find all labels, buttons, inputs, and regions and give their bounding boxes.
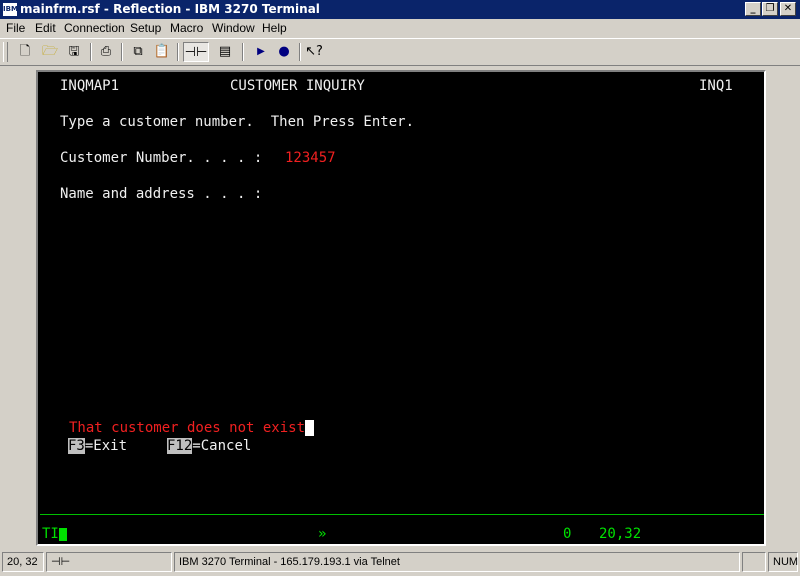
oia-cursor-position: 20,32: [599, 526, 642, 542]
f12-key: F12: [167, 438, 193, 454]
connection-icon: ⊣⊢: [51, 555, 71, 568]
menu-connection[interactable]: Connection: [64, 21, 125, 35]
close-button[interactable]: ✕: [780, 2, 796, 16]
close-icon: ✕: [783, 3, 793, 14]
oia-status: TI: [42, 526, 67, 542]
print-icon: ⎙: [100, 44, 112, 59]
play-macro-button[interactable]: ▶: [250, 42, 272, 62]
status-bar: 20, 32 ⊣⊢ IBM 3270 Terminal - 165.179.19…: [0, 550, 800, 576]
f3-label: =Exit: [84, 438, 128, 454]
oia-cursor-block: [58, 527, 67, 541]
toolbar-separator: [90, 43, 92, 61]
menu-window[interactable]: Window: [212, 21, 255, 35]
open-icon: 🗁: [41, 44, 59, 59]
new-button[interactable]: 🗋: [14, 42, 36, 62]
minimize-icon: _: [750, 3, 756, 14]
settings-icon: ▤: [218, 44, 232, 59]
screen-title: CUSTOMER INQUIRY: [230, 78, 365, 94]
ibm-app-icon[interactable]: IBM: [3, 3, 18, 16]
toolbar-separator: [299, 43, 301, 61]
f3-key: F3: [68, 438, 85, 454]
status-connection: IBM 3270 Terminal - 165.179.193.1 via Te…: [174, 552, 740, 572]
window-title: mainfrm.rsf - Reflection - IBM 3270 Term…: [20, 2, 320, 16]
toolbar-separator: [242, 43, 244, 61]
play-icon: ▶: [257, 46, 265, 57]
help-icon: ↖?: [305, 44, 323, 59]
toolbar-separator: [177, 43, 179, 61]
connect-icon: ⊣⊢: [184, 45, 208, 60]
status-connection-indicator: ⊣⊢: [46, 552, 172, 572]
f12-label: =Cancel: [192, 438, 252, 454]
save-button[interactable]: 🖫: [63, 42, 85, 62]
fkey-exit[interactable]: F3=Exit: [68, 438, 127, 454]
minimize-button[interactable]: _: [745, 2, 761, 16]
instruction-text: Type a customer number. Then Press Enter…: [60, 114, 415, 130]
copy-icon: ⧉: [133, 44, 143, 59]
restore-button[interactable]: ❐: [762, 2, 778, 16]
error-message: That customer does not exist: [69, 420, 315, 436]
toolbar-grip[interactable]: [3, 42, 8, 62]
terminal-screen[interactable]: INQMAP1 CUSTOMER INQUIRY INQ1 Type a cus…: [36, 70, 766, 546]
new-icon: 🗋: [19, 44, 31, 59]
menu-setup[interactable]: Setup: [130, 21, 161, 35]
oia-left: TI: [42, 526, 59, 542]
status-empty-panel: [742, 552, 766, 572]
copy-button[interactable]: ⧉: [127, 42, 149, 62]
map-name: INQMAP1: [60, 78, 120, 94]
context-help-button[interactable]: ↖?: [303, 42, 325, 62]
customer-number-field[interactable]: 123457: [285, 150, 336, 166]
title-bar: IBM mainfrm.rsf - Reflection - IBM 3270 …: [0, 0, 800, 19]
save-icon: 🖫: [68, 44, 80, 59]
name-address-label: Name and address . . . :: [60, 186, 263, 202]
paste-icon: 📋: [153, 44, 171, 59]
settings-button[interactable]: ▤: [214, 42, 236, 62]
menu-file[interactable]: File: [6, 21, 25, 35]
fkey-cancel[interactable]: F12=Cancel: [167, 438, 251, 454]
open-button[interactable]: 🗁: [39, 42, 61, 62]
text-cursor: [305, 420, 315, 436]
toolbar: 🗋 🗁 🖫 ⎙ ⧉ 📋 ⊣⊢ ▤ ▶ ● ↖?: [0, 38, 800, 66]
error-message-text: That customer does not exist: [69, 420, 306, 436]
status-num-lock: NUM: [768, 552, 798, 572]
oia-divider: [40, 514, 764, 515]
customer-number-label: Customer Number. . . . :: [60, 150, 263, 166]
paste-button[interactable]: 📋: [151, 42, 173, 62]
menu-bar: File Edit Connection Setup Macro Window …: [0, 19, 800, 38]
restore-icon: ❐: [765, 3, 775, 14]
record-macro-button[interactable]: ●: [273, 42, 295, 62]
menu-macro[interactable]: Macro: [170, 21, 203, 35]
print-button[interactable]: ⎙: [95, 42, 117, 62]
oia-count: 0: [563, 526, 572, 542]
transaction-id: INQ1: [699, 78, 733, 94]
connect-button[interactable]: ⊣⊢: [183, 42, 209, 62]
record-icon: ●: [278, 44, 290, 59]
status-cursor-position: 20, 32: [2, 552, 44, 572]
menu-help[interactable]: Help: [262, 21, 287, 35]
toolbar-separator: [121, 43, 123, 61]
oia-indicator: »: [318, 526, 327, 542]
menu-edit[interactable]: Edit: [35, 21, 56, 35]
